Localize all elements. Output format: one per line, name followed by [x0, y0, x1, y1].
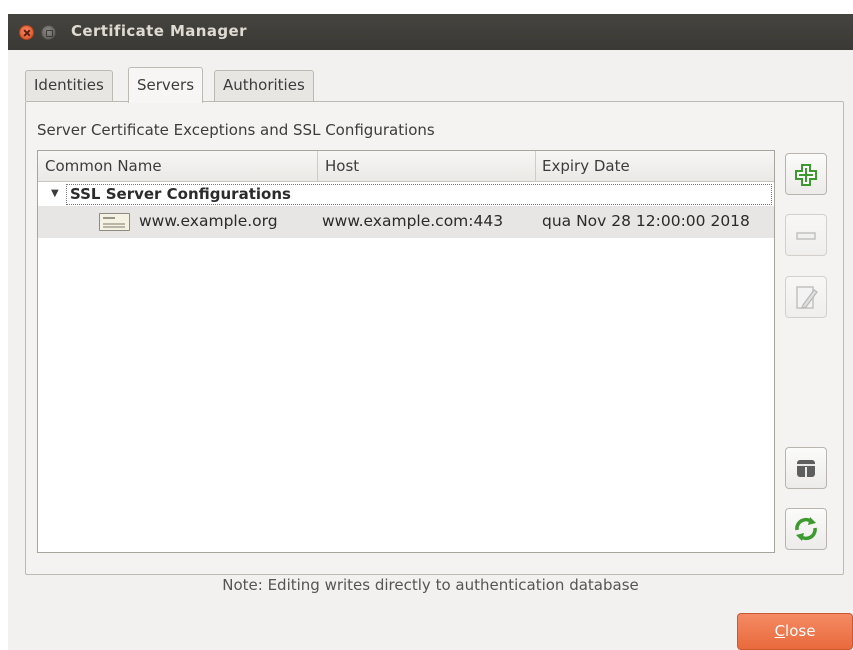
table-row[interactable]: www.example.org www.example.com:443 qua … [38, 206, 774, 238]
column-common-name[interactable]: Common Name [45, 157, 162, 175]
close-window-icon[interactable] [19, 25, 34, 40]
title-bar[interactable]: Certificate Manager [8, 14, 853, 50]
note-text: Note: Editing writes directly to authent… [222, 576, 639, 594]
group-row-label: SSL Server Configurations [70, 185, 291, 203]
cell-host: www.example.com:443 [322, 212, 504, 230]
tree-header: Common Name Host Expiry Date [38, 151, 774, 182]
certificate-icon [99, 213, 130, 231]
tree-group-row[interactable]: ▼ SSL Server Configurations [38, 183, 774, 206]
database-icon [797, 460, 815, 477]
close-button[interactable]: Close [737, 613, 853, 650]
add-button[interactable] [785, 153, 827, 195]
group-title: Server Certificate Exceptions and SSL Co… [37, 121, 435, 139]
tab-servers-label: Servers [137, 76, 195, 94]
window-title: Certificate Manager [71, 22, 247, 40]
server-certificate-tree[interactable]: Common Name Host Expiry Date ▼ SSL Serve… [37, 150, 775, 553]
close-mnemonic: C [774, 622, 786, 640]
column-separator [535, 151, 536, 182]
tab-authorities-label: Authorities [223, 76, 305, 94]
cell-expiry: qua Nov 28 12:00:00 2018 [542, 212, 750, 230]
tab-authorities[interactable]: Authorities [214, 70, 314, 101]
tab-identities[interactable]: Identities [25, 70, 113, 101]
column-expiry-date[interactable]: Expiry Date [542, 157, 630, 175]
close-label: lose [785, 622, 816, 640]
cell-common-name: www.example.org [139, 212, 278, 230]
servers-panel: Server Certificate Exceptions and SSL Co… [25, 101, 844, 575]
edit-icon [796, 286, 818, 309]
column-separator [317, 151, 318, 182]
remove-button[interactable] [785, 214, 827, 256]
refresh-icon [795, 517, 817, 541]
edit-button[interactable] [785, 276, 827, 318]
column-host[interactable]: Host [325, 157, 359, 175]
tab-identities-label: Identities [34, 76, 104, 94]
certificate-manager-window: Certificate Manager Identities Servers A… [8, 14, 853, 650]
refresh-button[interactable] [785, 508, 827, 550]
tab-servers[interactable]: Servers [128, 67, 204, 103]
database-button[interactable] [785, 447, 827, 489]
add-icon [795, 164, 817, 186]
remove-icon [796, 232, 816, 240]
expand-arrow-icon[interactable]: ▼ [51, 188, 59, 199]
minimize-window-icon[interactable] [41, 25, 56, 40]
